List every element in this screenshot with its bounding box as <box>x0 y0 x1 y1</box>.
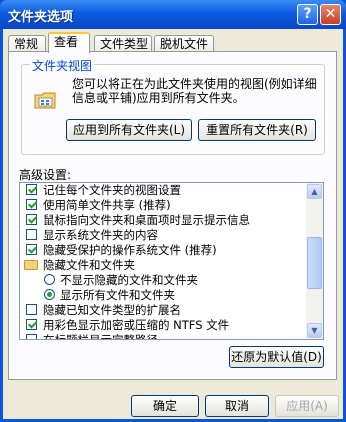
folder-options-window: 文件夹选项 ? ✕ 常规 查看 文件类型 脱机文件 文件夹视图 您可以将正在为此… <box>0 0 346 422</box>
window-title: 文件夹选项 <box>8 10 74 25</box>
folder-views-description: 您可以将正在为此文件夹使用的视图(例如详细信息或平铺)应用到所有文件夹。 <box>72 77 317 105</box>
tab-general[interactable]: 常规 <box>8 35 46 52</box>
setting-checkbox[interactable] <box>26 184 37 195</box>
tab-offline-files[interactable]: 脱机文件 <box>154 35 214 52</box>
help-button[interactable]: ? <box>297 4 318 25</box>
reset-all-folders-button[interactable]: 重置所有文件夹(R) <box>198 119 316 141</box>
scroll-down-icon[interactable]: ▼ <box>307 323 322 338</box>
advanced-setting-row[interactable]: 隐藏受保护的操作系统文件 (推荐) <box>20 243 307 258</box>
ok-button[interactable]: 确定 <box>131 395 199 417</box>
folder-views-icon <box>34 92 56 109</box>
advanced-setting-row[interactable]: 使用简单文件共享 (推荐) <box>20 198 307 213</box>
advanced-setting-row[interactable]: 用彩色显示加密或压缩的 NTFS 文件 <box>20 318 307 333</box>
cancel-button[interactable]: 取消 <box>205 395 269 417</box>
setting-checkbox[interactable] <box>26 304 37 315</box>
close-button[interactable]: ✕ <box>320 4 341 25</box>
advanced-settings-list: 记住每个文件夹的视图设置 使用简单文件共享 (推荐) 鼠标指向文件夹和桌面项时显示提… <box>19 182 324 340</box>
tab-file-types[interactable]: 文件类型 <box>94 35 152 52</box>
setting-label: 显示系统文件夹的内容 <box>43 228 158 242</box>
tab-view[interactable]: 查看 <box>48 32 90 53</box>
advanced-setting-row[interactable]: 显示系统文件夹的内容 <box>20 228 307 243</box>
setting-checkbox[interactable] <box>26 199 37 210</box>
apply-to-all-folders-button[interactable]: 应用到所有文件夹(L) <box>66 119 192 141</box>
setting-checkbox[interactable] <box>26 244 37 255</box>
advanced-settings-label: 高级设置: <box>19 168 72 182</box>
setting-label: 不显示隐藏的文件和文件夹 <box>60 273 198 287</box>
setting-label: 记住每个文件夹的视图设置 <box>43 183 181 197</box>
setting-label: 在标题栏显示完整路径 <box>43 333 158 340</box>
setting-label: 隐藏受保护的操作系统文件 (推荐) <box>43 243 217 257</box>
folder-views-title: 文件夹视图 <box>30 57 95 74</box>
setting-label: 鼠标指向文件夹和桌面项时显示提示信息 <box>43 213 250 227</box>
advanced-setting-row[interactable]: 显示所有文件和文件夹 <box>20 288 307 303</box>
vertical-scrollbar[interactable]: ▲ ▼ <box>306 183 323 339</box>
setting-radio[interactable] <box>44 289 55 300</box>
advanced-setting-row[interactable]: 不显示隐藏的文件和文件夹 <box>20 273 307 288</box>
setting-label: 用彩色显示加密或压缩的 NTFS 文件 <box>43 318 230 332</box>
apply-button[interactable]: 应用(A) <box>275 395 339 417</box>
advanced-settings-items: 记住每个文件夹的视图设置 使用简单文件共享 (推荐) 鼠标指向文件夹和桌面项时显示提… <box>20 183 307 340</box>
setting-label: 隐藏已知文件类型的扩展名 <box>43 303 181 317</box>
advanced-setting-row: 隐藏文件和文件夹 <box>20 258 307 273</box>
setting-checkbox[interactable] <box>26 319 37 330</box>
advanced-setting-row[interactable]: 鼠标指向文件夹和桌面项时显示提示信息 <box>20 213 307 228</box>
advanced-setting-row[interactable]: 隐藏已知文件类型的扩展名 <box>20 303 307 318</box>
setting-checkbox[interactable] <box>26 229 37 240</box>
view-tab-panel: 文件夹视图 您可以将正在为此文件夹使用的视图(例如详细信息或平铺)应用到所有文件… <box>8 51 337 380</box>
setting-checkbox[interactable] <box>26 214 37 225</box>
folder-icon <box>24 260 38 270</box>
restore-defaults-button[interactable]: 还原为默认值(D) <box>229 346 324 368</box>
setting-label: 显示所有文件和文件夹 <box>60 288 175 302</box>
scroll-up-icon[interactable]: ▲ <box>307 184 322 199</box>
dialog-body: 常规 查看 文件类型 脱机文件 文件夹视图 您可以将正在为此文件夹使用的视图(例… <box>3 29 343 419</box>
advanced-setting-row[interactable]: 记住每个文件夹的视图设置 <box>20 183 307 198</box>
advanced-setting-row[interactable]: 在标题栏显示完整路径 <box>20 333 307 340</box>
setting-label: 隐藏文件和文件夹 <box>43 258 135 272</box>
scroll-thumb[interactable] <box>307 237 322 289</box>
setting-checkbox[interactable] <box>26 334 37 339</box>
setting-label: 使用简单文件共享 (推荐) <box>43 198 171 212</box>
folder-views-group: 文件夹视图 您可以将正在为此文件夹使用的视图(例如详细信息或平铺)应用到所有文件… <box>21 57 325 155</box>
title-bar[interactable]: 文件夹选项 ? ✕ <box>0 0 346 29</box>
setting-radio[interactable] <box>44 274 55 285</box>
